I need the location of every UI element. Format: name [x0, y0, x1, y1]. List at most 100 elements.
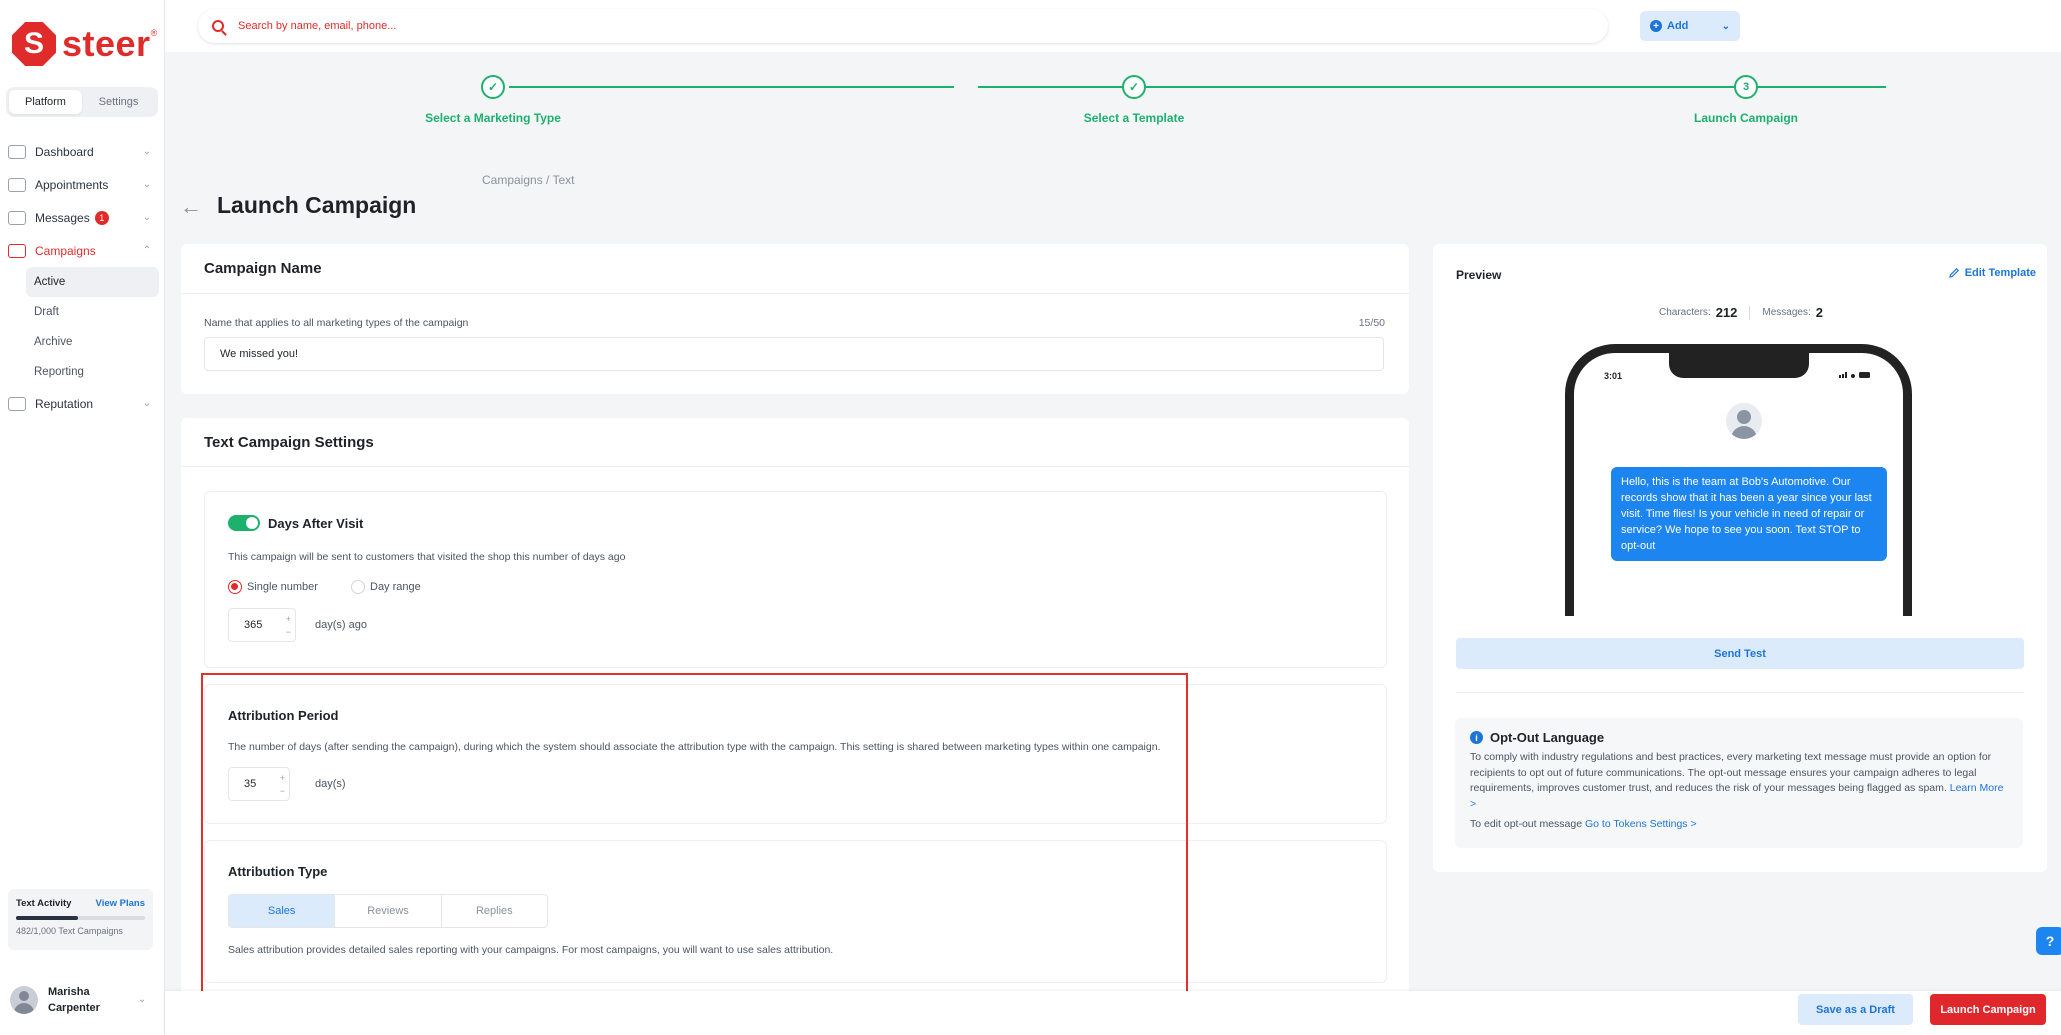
divider: [181, 293, 1409, 294]
chevron-up-icon: ⌃: [142, 245, 151, 256]
sidebar-item-appointments[interactable]: Appointments ⌄: [0, 168, 165, 201]
settings-title: Text Campaign Settings: [204, 434, 374, 451]
step-connector: [509, 86, 954, 88]
chevron-down-icon: ⌄: [1721, 20, 1730, 32]
chevron-down-icon: ⌄: [142, 212, 151, 223]
platform-settings-switch: Platform Settings: [6, 87, 158, 117]
edit-template-label: Edit Template: [1964, 267, 2036, 279]
sidebar-item-dashboard[interactable]: Dashboard ⌄: [0, 135, 165, 168]
campaign-name-card: Campaign Name Name that applies to all m…: [181, 244, 1409, 394]
step-number-3: 3: [1734, 75, 1758, 99]
user-menu[interactable]: Marisha Carpenter ⌄: [10, 984, 146, 1016]
dashboard-icon: [8, 144, 26, 159]
messages-icon: [8, 210, 26, 225]
days-after-visit-toggle[interactable]: [228, 515, 260, 531]
divider: [181, 466, 1409, 467]
contact-avatar-icon: [1726, 403, 1762, 439]
messages-label: Messages:: [1762, 307, 1811, 318]
campaign-name-field[interactable]: We missed you!: [204, 337, 1384, 371]
check-icon: ✓: [481, 75, 505, 99]
radio-label: Single number: [247, 580, 318, 593]
days-after-visit-desc: This campaign will be sent to customers …: [228, 551, 626, 563]
unread-badge: 1: [94, 210, 109, 225]
campaign-name-label: Name that applies to all marketing types…: [204, 317, 469, 329]
days-stepper[interactable]: 365 + −: [228, 608, 296, 642]
chevron-down-icon: ⌄: [142, 146, 151, 157]
launch-campaign-button[interactable]: Launch Campaign: [1930, 994, 2046, 1025]
pencil-icon: [1948, 267, 1959, 278]
brand-name: steer: [62, 23, 151, 64]
divider: [1749, 305, 1751, 320]
breadcrumb[interactable]: Campaigns / Text: [482, 173, 575, 187]
opt-out-title: Opt-Out Language: [1490, 730, 1605, 745]
footer-actions: Save as a Draft Launch Campaign: [165, 991, 2061, 1035]
back-arrow-icon[interactable]: ←: [180, 194, 202, 220]
phone-mockup: 3:01 Hello, this is the team at Bob's Au…: [1565, 344, 1912, 616]
add-button[interactable]: + Add ⌄: [1640, 11, 1740, 41]
steer-logo[interactable]: S steer ®: [12, 22, 157, 66]
sidebar-item-label: Campaigns: [35, 243, 96, 258]
characters-count: 212: [1715, 305, 1738, 320]
help-icon[interactable]: ?: [2036, 927, 2061, 955]
opt-out-edit: To edit opt-out message Go to Tokens Set…: [1470, 818, 2008, 830]
sidebar-item-campaigns[interactable]: Campaigns ⌃: [0, 234, 165, 267]
chevron-down-icon: ⌄: [142, 398, 151, 409]
preview-title: Preview: [1456, 268, 1502, 282]
sidebar-item-reputation[interactable]: Reputation ⌄: [0, 387, 165, 420]
message-stats: Characters: 212 Messages: 2: [1659, 305, 1823, 320]
single-number-radio[interactable]: Single number: [228, 578, 318, 596]
phone-notch: [1669, 353, 1809, 378]
search-input[interactable]: Search by name, email, phone...: [198, 9, 1608, 43]
reputation-icon: [8, 396, 26, 411]
page-title: Launch Campaign: [217, 192, 417, 218]
phone-status-icons: [1839, 372, 1870, 378]
tokens-settings-link[interactable]: Go to Tokens Settings >: [1585, 818, 1697, 830]
sidebar-nav: Dashboard ⌄ Appointments ⌄ Messages 1 ⌄ …: [0, 135, 165, 420]
steer-logo-mark: S: [12, 22, 56, 66]
radio-selected: [228, 579, 242, 594]
days-unit: day(s) ago: [315, 619, 367, 631]
step-label-marketing-type[interactable]: Select a Marketing Type: [425, 111, 561, 125]
characters-label: Characters:: [1659, 307, 1711, 318]
segment-settings[interactable]: Settings: [82, 90, 155, 114]
radio-label: Day range: [370, 580, 421, 593]
sidebar-subitem-reporting[interactable]: Reporting: [26, 357, 159, 387]
view-plans-link[interactable]: View Plans: [96, 898, 145, 909]
text-usage-fill: [16, 916, 79, 920]
segment-platform[interactable]: Platform: [9, 90, 82, 114]
chevron-down-icon: ⌄: [138, 994, 147, 1005]
avatar: [10, 986, 38, 1014]
stepper-arrows-icon[interactable]: + −: [286, 613, 291, 639]
send-test-button[interactable]: Send Test: [1456, 638, 2024, 669]
divider: [1456, 692, 2024, 693]
radio-unselected: [351, 579, 365, 594]
message-bubble: Hello, this is the team at Bob's Automot…: [1611, 467, 1887, 561]
registered-mark: ®: [150, 28, 158, 38]
sidebar-subitem-draft[interactable]: Draft: [26, 297, 159, 327]
search-placeholder: Search by name, email, phone...: [238, 20, 397, 32]
opt-out-edit-text: To edit opt-out message: [1470, 818, 1583, 830]
sidebar-item-label: Messages: [35, 210, 90, 225]
sidebar-subitem-archive[interactable]: Archive: [26, 327, 159, 357]
calendar-icon: [8, 177, 26, 192]
day-range-radio[interactable]: Day range: [351, 578, 421, 596]
days-after-visit-title: Days After Visit: [268, 515, 364, 531]
search-icon: [212, 20, 224, 32]
top-bar: Search by name, email, phone... + Add ⌄: [165, 0, 2061, 52]
plus-icon: +: [1650, 20, 1662, 32]
days-value: 365: [244, 619, 263, 631]
messages-count: 2: [1815, 305, 1823, 320]
edit-template-link[interactable]: Edit Template: [1948, 267, 2036, 279]
megaphone-icon: [8, 243, 26, 258]
sidebar-item-label: Dashboard: [35, 144, 94, 159]
campaign-name-title: Campaign Name: [204, 260, 322, 277]
sidebar-item-label: Reputation: [35, 396, 94, 411]
text-activity-title: Text Activity: [16, 898, 72, 909]
step-label-launch: Launch Campaign: [1693, 111, 1799, 125]
highlight-box: [201, 673, 1188, 998]
save-draft-button[interactable]: Save as a Draft: [1798, 994, 1913, 1025]
sidebar-item-messages[interactable]: Messages 1 ⌄: [0, 201, 165, 234]
step-label-template[interactable]: Select a Template: [1084, 111, 1185, 125]
text-usage-bar: [16, 916, 145, 920]
sidebar-subitem-active[interactable]: Active: [26, 267, 159, 297]
